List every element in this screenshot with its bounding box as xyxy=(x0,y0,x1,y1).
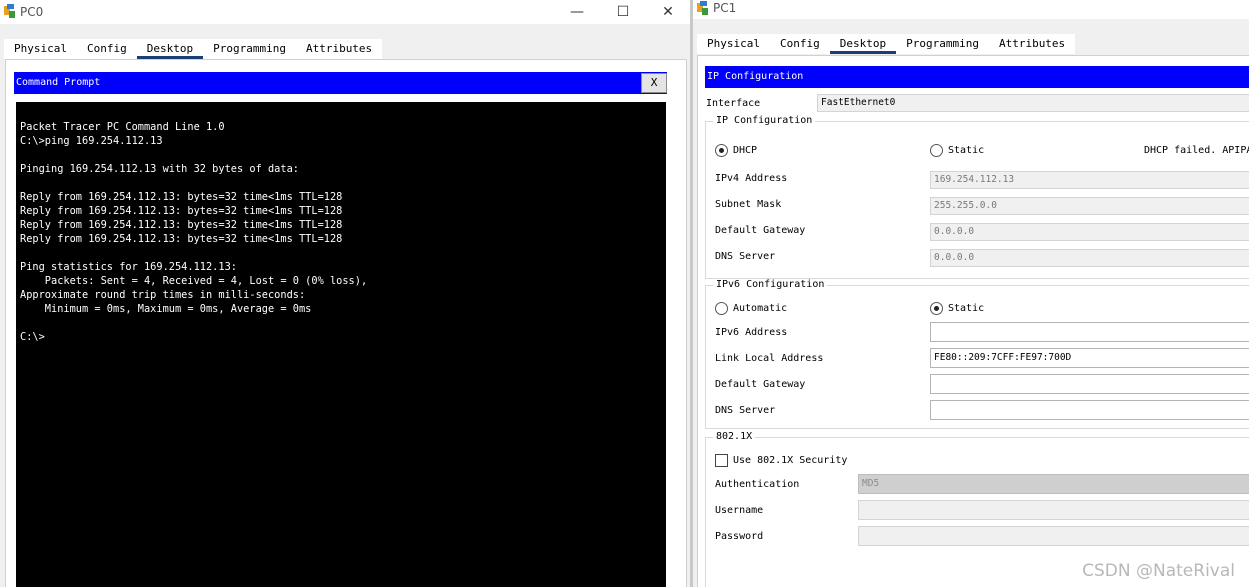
packet-tracer-pc-icon xyxy=(4,4,15,18)
link-local-address-field[interactable]: FE80::209:7CFF:FE97:700D xyxy=(930,348,1249,368)
username-field[interactable] xyxy=(858,500,1249,520)
command-prompt-title: Command Prompt xyxy=(16,77,101,88)
ipv6-address-label: IPv6 Address xyxy=(715,327,788,338)
tab-attributes[interactable]: Attributes xyxy=(296,39,382,59)
interface-label: Interface xyxy=(706,98,761,109)
pc1-window: PC1 Physical Config Desktop Programming … xyxy=(693,0,1249,587)
ipv6-dns-server-field[interactable] xyxy=(930,400,1249,420)
pc0-title-bar[interactable]: PC0 — ☐ ✕ xyxy=(0,0,690,24)
link-local-address-label: Link Local Address xyxy=(715,353,824,364)
pc0-window: PC0 — ☐ ✕ Physical Config Desktop Progra… xyxy=(0,0,691,587)
pc0-tab-bar: Physical Config Desktop Programming Attr… xyxy=(4,39,383,59)
interface-select[interactable]: FastEthernet0 xyxy=(817,94,1249,112)
ipv4-group-title: IP Configuration xyxy=(713,115,816,126)
tab-desktop[interactable]: Desktop xyxy=(136,39,204,59)
tab-physical[interactable]: Physical xyxy=(697,34,770,54)
command-prompt-close-button[interactable]: X xyxy=(641,73,667,93)
password-label: Password xyxy=(715,531,764,542)
tab-desktop[interactable]: Desktop xyxy=(829,34,897,54)
ipv6-address-field[interactable] xyxy=(930,322,1249,342)
tab-programming[interactable]: Programming xyxy=(896,34,989,54)
minimize-icon[interactable]: — xyxy=(554,0,600,24)
static-ipv6-radio[interactable] xyxy=(930,302,943,315)
dhcp-status-text: DHCP failed. APIPA xyxy=(1144,145,1249,156)
dns-server-field[interactable]: 0.0.0.0 xyxy=(930,249,1249,267)
automatic-radio[interactable] xyxy=(715,302,728,315)
default-gateway-label: Default Gateway xyxy=(715,225,806,236)
ipv4-address-field[interactable]: 169.254.112.13 xyxy=(930,171,1249,189)
static-label: Static xyxy=(948,145,985,156)
tab-config[interactable]: Config xyxy=(77,39,137,59)
dns-server-label: DNS Server xyxy=(715,251,776,262)
maximize-icon[interactable]: ☐ xyxy=(600,0,646,24)
tab-config[interactable]: Config xyxy=(770,34,830,54)
console-output: Packet Tracer PC Command Line 1.0 C:\>pi… xyxy=(20,121,368,343)
command-prompt-title-bar: Command Prompt X xyxy=(14,72,667,94)
tab-programming[interactable]: Programming xyxy=(203,39,296,59)
command-prompt-console[interactable]: Packet Tracer PC Command Line 1.0 C:\>pi… xyxy=(16,102,666,587)
ipv6-group-title: IPv6 Configuration xyxy=(713,279,828,290)
default-gateway-field[interactable]: 0.0.0.0 xyxy=(930,223,1249,241)
authentication-select[interactable]: MD5 xyxy=(858,474,1249,494)
subnet-mask-field[interactable]: 255.255.0.0 xyxy=(930,197,1249,215)
username-label: Username xyxy=(715,505,764,516)
ip-configuration-title: IP Configuration xyxy=(707,71,804,82)
pc1-tab-bar: Physical Config Desktop Programming Attr… xyxy=(697,34,1076,54)
tab-physical[interactable]: Physical xyxy=(4,39,77,59)
ipv4-address-label: IPv4 Address xyxy=(715,173,788,184)
static-ipv6-label: Static xyxy=(948,303,985,314)
ipv6-dns-server-label: DNS Server xyxy=(715,405,776,416)
automatic-label: Automatic xyxy=(733,303,788,314)
subnet-mask-label: Subnet Mask xyxy=(715,199,782,210)
use-8021x-checkbox[interactable] xyxy=(715,454,728,467)
pc1-title-bar[interactable]: PC1 xyxy=(693,0,1249,19)
close-icon[interactable]: ✕ xyxy=(645,0,690,24)
password-field[interactable] xyxy=(858,526,1249,546)
dhcp-radio[interactable] xyxy=(715,144,728,157)
ipv6-default-gateway-field[interactable] xyxy=(930,374,1249,394)
ip-configuration-title-bar: IP Configuration xyxy=(705,66,1249,88)
tab-attributes[interactable]: Attributes xyxy=(989,34,1075,54)
pc0-title: PC0 xyxy=(20,5,44,19)
use-8021x-label: Use 802.1X Security xyxy=(733,455,848,466)
ipv6-default-gateway-label: Default Gateway xyxy=(715,379,806,390)
csdn-watermark: CSDN @NateRival xyxy=(1082,561,1235,581)
authentication-label: Authentication xyxy=(715,479,800,490)
dot1x-group-title: 802.1X xyxy=(713,431,756,442)
static-radio[interactable] xyxy=(930,144,943,157)
packet-tracer-pc-icon xyxy=(697,1,708,15)
pc1-title: PC1 xyxy=(713,1,737,15)
dhcp-label: DHCP xyxy=(733,145,758,156)
